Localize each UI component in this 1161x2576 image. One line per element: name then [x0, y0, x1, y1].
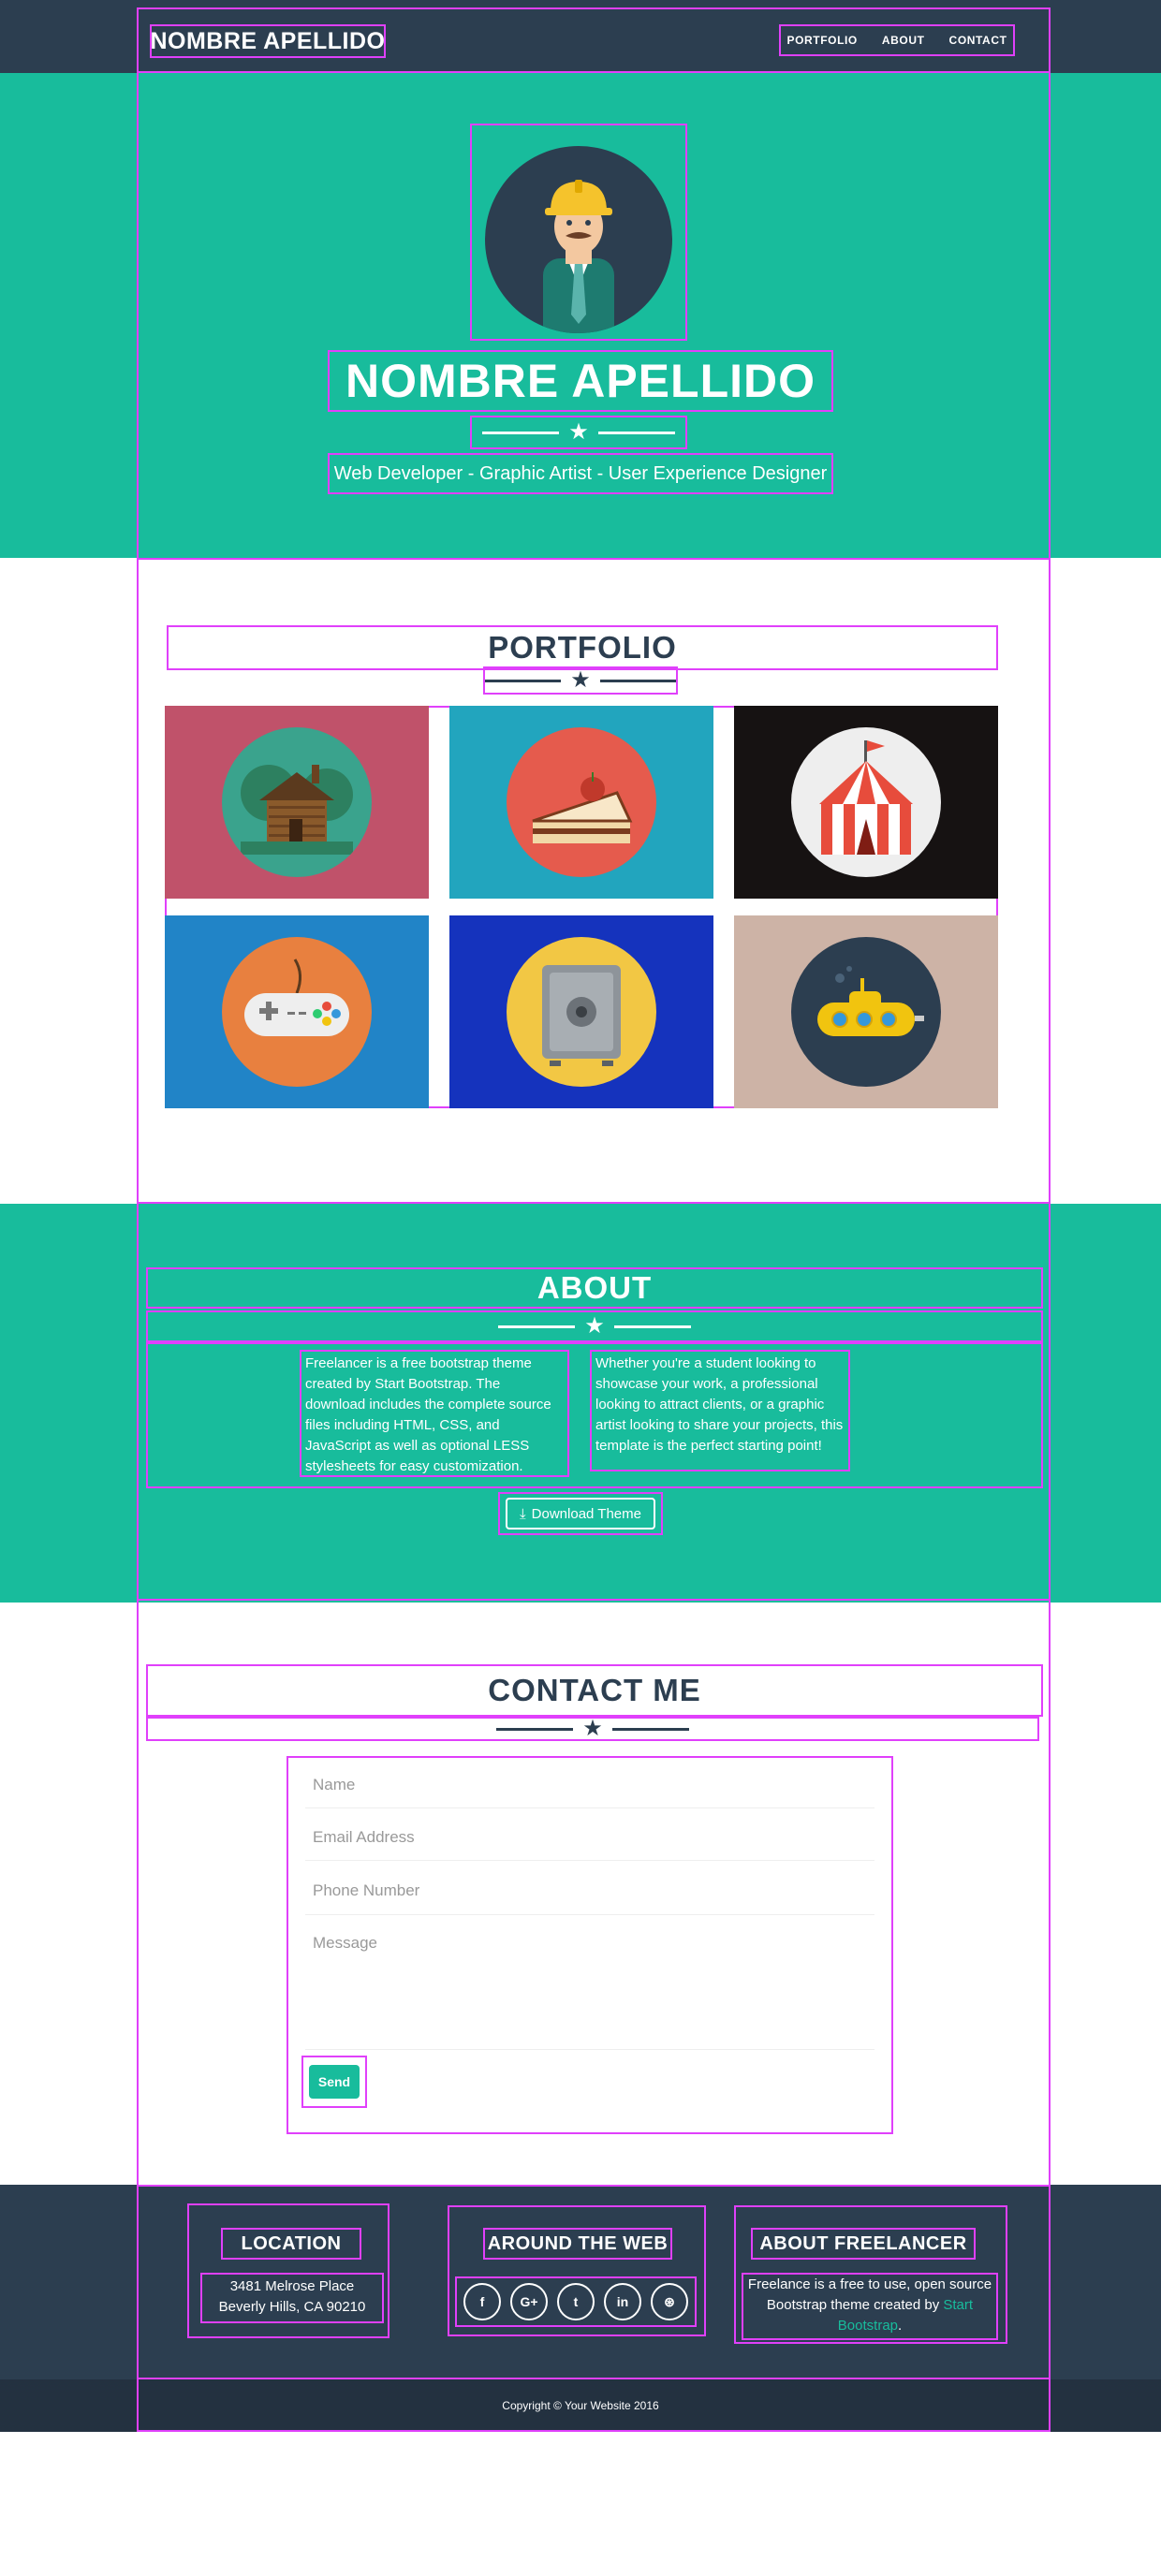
nav-link-portfolio[interactable]: PORTFOLIO: [786, 34, 857, 47]
footer-about-period: .: [898, 2318, 903, 2334]
divider-line: [498, 1325, 576, 1328]
divider-line: [482, 431, 560, 434]
download-icon: ⤓: [520, 1505, 526, 1522]
divider-line: [484, 679, 562, 682]
hero-skills: Web Developer - Graphic Artist - User Ex…: [328, 453, 833, 494]
address-line-2: Beverly Hills, CA 90210: [218, 2299, 366, 2315]
send-wrapper: Send: [301, 2056, 367, 2108]
navbar: NOMBRE APELLIDO PORTFOLIO ABOUT CONTACT: [0, 0, 1161, 73]
hero-divider: ★: [470, 416, 687, 449]
portfolio-title: PORTFOLIO: [167, 625, 998, 670]
portfolio-item-circus[interactable]: [734, 706, 998, 899]
footer-about-text: Freelance is a free to use, open source …: [742, 2273, 998, 2340]
download-theme-button[interactable]: ⤓ Download Theme: [506, 1498, 655, 1530]
about-text-row: Freelancer is a free bootstrap theme cre…: [146, 1342, 1043, 1488]
footer-web-title: AROUND THE WEB: [483, 2228, 672, 2260]
brand-link[interactable]: NOMBRE APELLIDO: [150, 24, 386, 58]
nav-link-contact[interactable]: CONTACT: [949, 34, 1007, 47]
download-wrapper: ⤓ Download Theme: [498, 1492, 663, 1535]
about-paragraph-2: Whether you're a student looking to show…: [590, 1350, 850, 1471]
page: NOMBRE APELLIDO PORTFOLIO ABOUT CONTACT: [0, 0, 1161, 2576]
name-input[interactable]: [305, 1762, 874, 1808]
facebook-icon[interactable]: f: [463, 2283, 501, 2320]
divider-line: [597, 431, 675, 434]
portfolio-item-safe[interactable]: [449, 915, 713, 1108]
divider-line: [496, 1727, 574, 1731]
phone-input[interactable]: [305, 1866, 874, 1915]
submarine-icon: [791, 937, 941, 1087]
email-input[interactable]: [305, 1814, 874, 1861]
game-controller-icon: [222, 937, 372, 1087]
star-icon: ★: [582, 1716, 603, 1741]
about-title: ABOUT: [146, 1267, 1043, 1309]
dribbble-icon[interactable]: ⊛: [651, 2283, 688, 2320]
portfolio-grid: [165, 706, 998, 1108]
safe-icon: [507, 937, 656, 1087]
twitter-icon[interactable]: t: [557, 2283, 595, 2320]
about-divider: ★: [146, 1310, 1043, 1342]
portfolio-item-submarine[interactable]: [734, 915, 998, 1108]
divider-line: [611, 1727, 689, 1731]
footer-about-title: ABOUT FREELANCER: [751, 2228, 976, 2260]
portfolio-item-cake[interactable]: [449, 706, 713, 899]
footer-location-title: LOCATION: [221, 2228, 361, 2260]
star-icon: ★: [570, 667, 591, 693]
cake-icon: [507, 727, 656, 877]
send-button[interactable]: Send: [309, 2065, 360, 2099]
worker-avatar-icon: [485, 146, 672, 333]
cabin-icon: [222, 727, 372, 877]
star-icon: ★: [584, 1313, 605, 1339]
portfolio-item-cabin[interactable]: [165, 706, 429, 899]
contact-form: Send: [287, 1756, 893, 2134]
footer-address: 3481 Melrose Place Beverly Hills, CA 902…: [200, 2273, 384, 2323]
star-icon: ★: [568, 419, 589, 445]
message-textarea[interactable]: [305, 1921, 874, 2050]
contact-title: CONTACT ME: [146, 1664, 1043, 1717]
nav-link-about[interactable]: ABOUT: [882, 34, 925, 47]
address-line-1: 3481 Melrose Place: [229, 2278, 355, 2294]
nav-links: PORTFOLIO ABOUT CONTACT: [779, 24, 1015, 56]
hero-name: NOMBRE APELLIDO: [328, 350, 833, 412]
avatar-frame: [470, 124, 687, 341]
portfolio-item-controller[interactable]: [165, 915, 429, 1108]
footer-below: Copyright © Your Website 2016: [0, 2379, 1161, 2432]
linkedin-icon[interactable]: in: [604, 2283, 641, 2320]
social-links: f G+ t in ⊛: [455, 2276, 697, 2327]
google-plus-icon[interactable]: G+: [510, 2283, 548, 2320]
copyright-text: Copyright © Your Website 2016: [502, 2399, 659, 2412]
portfolio-divider: ★: [483, 666, 678, 695]
download-label: Download Theme: [531, 1505, 641, 1522]
divider-line: [613, 1325, 691, 1328]
about-paragraph-1: Freelancer is a free bootstrap theme cre…: [300, 1350, 569, 1477]
circus-tent-icon: [791, 727, 941, 877]
contact-divider: ★: [146, 1717, 1039, 1741]
divider-line: [599, 679, 677, 682]
